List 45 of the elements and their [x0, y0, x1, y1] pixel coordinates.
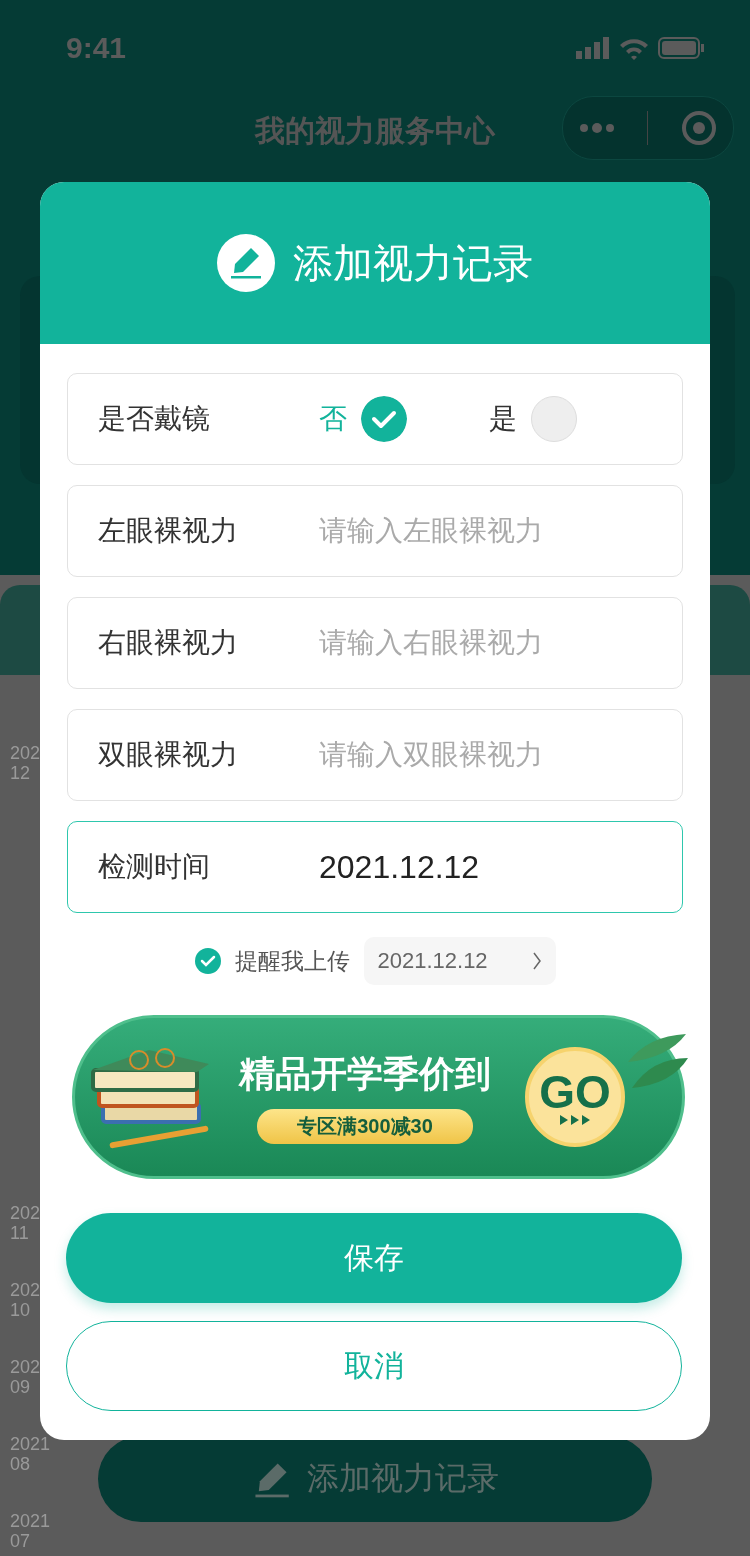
radio-unchecked[interactable]	[531, 396, 577, 442]
wifi-icon	[618, 36, 650, 60]
timeline-year: 202	[10, 1280, 42, 1300]
dialog-title: 添加视力记录	[293, 239, 533, 287]
banner-title: 精品开学季价到	[239, 1052, 491, 1096]
triple-arrow-icon	[560, 1115, 590, 1125]
page-title: 我的视力服务中心	[255, 112, 495, 149]
timeline-month: 07	[10, 1531, 32, 1551]
option-label: 是	[489, 402, 517, 436]
field-label: 左眼裸视力	[98, 514, 239, 548]
cancel-button[interactable]: 取消	[66, 1321, 682, 1411]
radio-checked[interactable]	[361, 396, 407, 442]
go-button[interactable]: GO	[525, 1047, 625, 1147]
date-value[interactable]: 2021.12.12	[319, 848, 480, 886]
timeline-month: 11	[10, 1223, 30, 1243]
close-icon[interactable]	[680, 110, 717, 146]
checkbox-checked[interactable]	[194, 948, 221, 974]
timeline-month: 08	[10, 1454, 32, 1474]
promo-banner[interactable]: 精品开学季价到 专区满300减30 GO	[72, 1015, 685, 1179]
pencil-icon	[217, 234, 275, 292]
banner-subtitle: 专区满300减30	[257, 1109, 473, 1144]
reminder-label: 提醒我上传	[234, 946, 350, 976]
timeline-year: 2021	[10, 1434, 51, 1454]
field-label: 右眼裸视力	[98, 626, 239, 660]
input-field[interactable]: 请输入右眼裸视力	[319, 627, 649, 659]
timeline-year: 202	[10, 1203, 42, 1223]
field-label: 检测时间	[98, 850, 211, 884]
signal-icon	[576, 37, 610, 59]
input-field[interactable]: 请输入左眼裸视力	[319, 515, 649, 547]
option-label: 否	[319, 402, 347, 436]
input-field[interactable]: 请输入双眼裸视力	[319, 739, 649, 771]
timeline-year: 202	[10, 1357, 42, 1377]
status-time: 9:41	[66, 31, 127, 65]
chevron-right-icon	[531, 951, 542, 971]
field-label: 双眼裸视力	[98, 738, 239, 772]
reminder-date-picker[interactable]: 2021.12.12	[363, 937, 556, 985]
timeline-year: 2021	[10, 1511, 51, 1531]
timeline-month: 12	[10, 763, 32, 783]
timeline-month: 10	[10, 1300, 32, 1320]
timeline-year: 202	[10, 743, 42, 763]
more-icon[interactable]	[579, 123, 616, 133]
save-button[interactable]: 保存	[66, 1213, 682, 1303]
battery-icon	[658, 37, 704, 59]
field-label: 是否戴镜	[98, 402, 211, 436]
timeline-month: 09	[10, 1377, 32, 1397]
